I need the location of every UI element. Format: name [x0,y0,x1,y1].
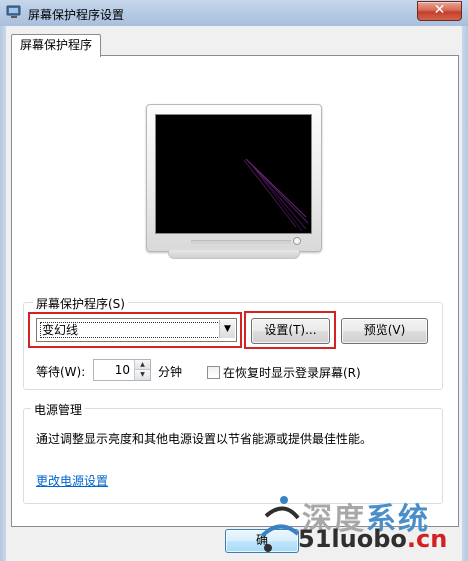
chevron-down-icon[interactable]: ▼ [219,320,235,338]
screensaver-select[interactable]: 变幻线 ▼ [36,318,237,342]
window-frame-left [0,26,6,561]
power-management-group [23,408,443,504]
ok-button[interactable]: 确 [225,529,299,553]
monitor-preview [146,104,322,252]
settings-button[interactable]: 设置(T)... [251,318,330,344]
preview-screen [155,114,312,234]
screensaver-selected-value: 变幻线 [40,322,220,338]
resume-logon-label[interactable]: 在恢复时显示登录屏幕(R) [223,364,361,381]
power-group-label: 电源管理 [31,401,86,418]
screensaver-group-label: 屏幕保护程序(S) [33,295,128,312]
close-button[interactable]: ✕ [417,1,462,21]
change-power-settings-link[interactable]: 更改电源设置 [36,472,108,489]
window-frame-right [462,26,468,561]
stepper-buttons: ▲ ▼ [134,360,150,380]
power-description: 通过调整显示亮度和其他电源设置以节省能源或提供最佳性能。 [36,432,373,446]
close-icon: ✕ [433,2,446,18]
monitor-stand [168,250,300,259]
ok-button-label: 确 [255,533,268,547]
display-settings-icon [6,5,22,19]
stepper-down-icon[interactable]: ▼ [135,370,150,380]
title-bar: 屏幕保护程序设置 ✕ [0,0,468,27]
preview-button[interactable]: 预览(V) [341,318,428,344]
screensaver-line-art [243,158,309,232]
power-light-icon [293,237,301,245]
wait-minutes-value[interactable]: 10 [115,363,130,377]
wait-minutes-stepper[interactable]: 10 ▲ ▼ [93,359,151,381]
window-title: 屏幕保护程序设置 [28,8,125,22]
minutes-unit-label: 分钟 [158,365,183,379]
tab-screensaver[interactable]: 屏幕保护程序 [11,34,102,57]
monitor-bezel-strip [191,240,291,244]
resume-logon-checkbox[interactable] [207,366,220,379]
wait-label: 等待(W): [36,365,86,379]
stepper-up-icon[interactable]: ▲ [135,360,150,370]
